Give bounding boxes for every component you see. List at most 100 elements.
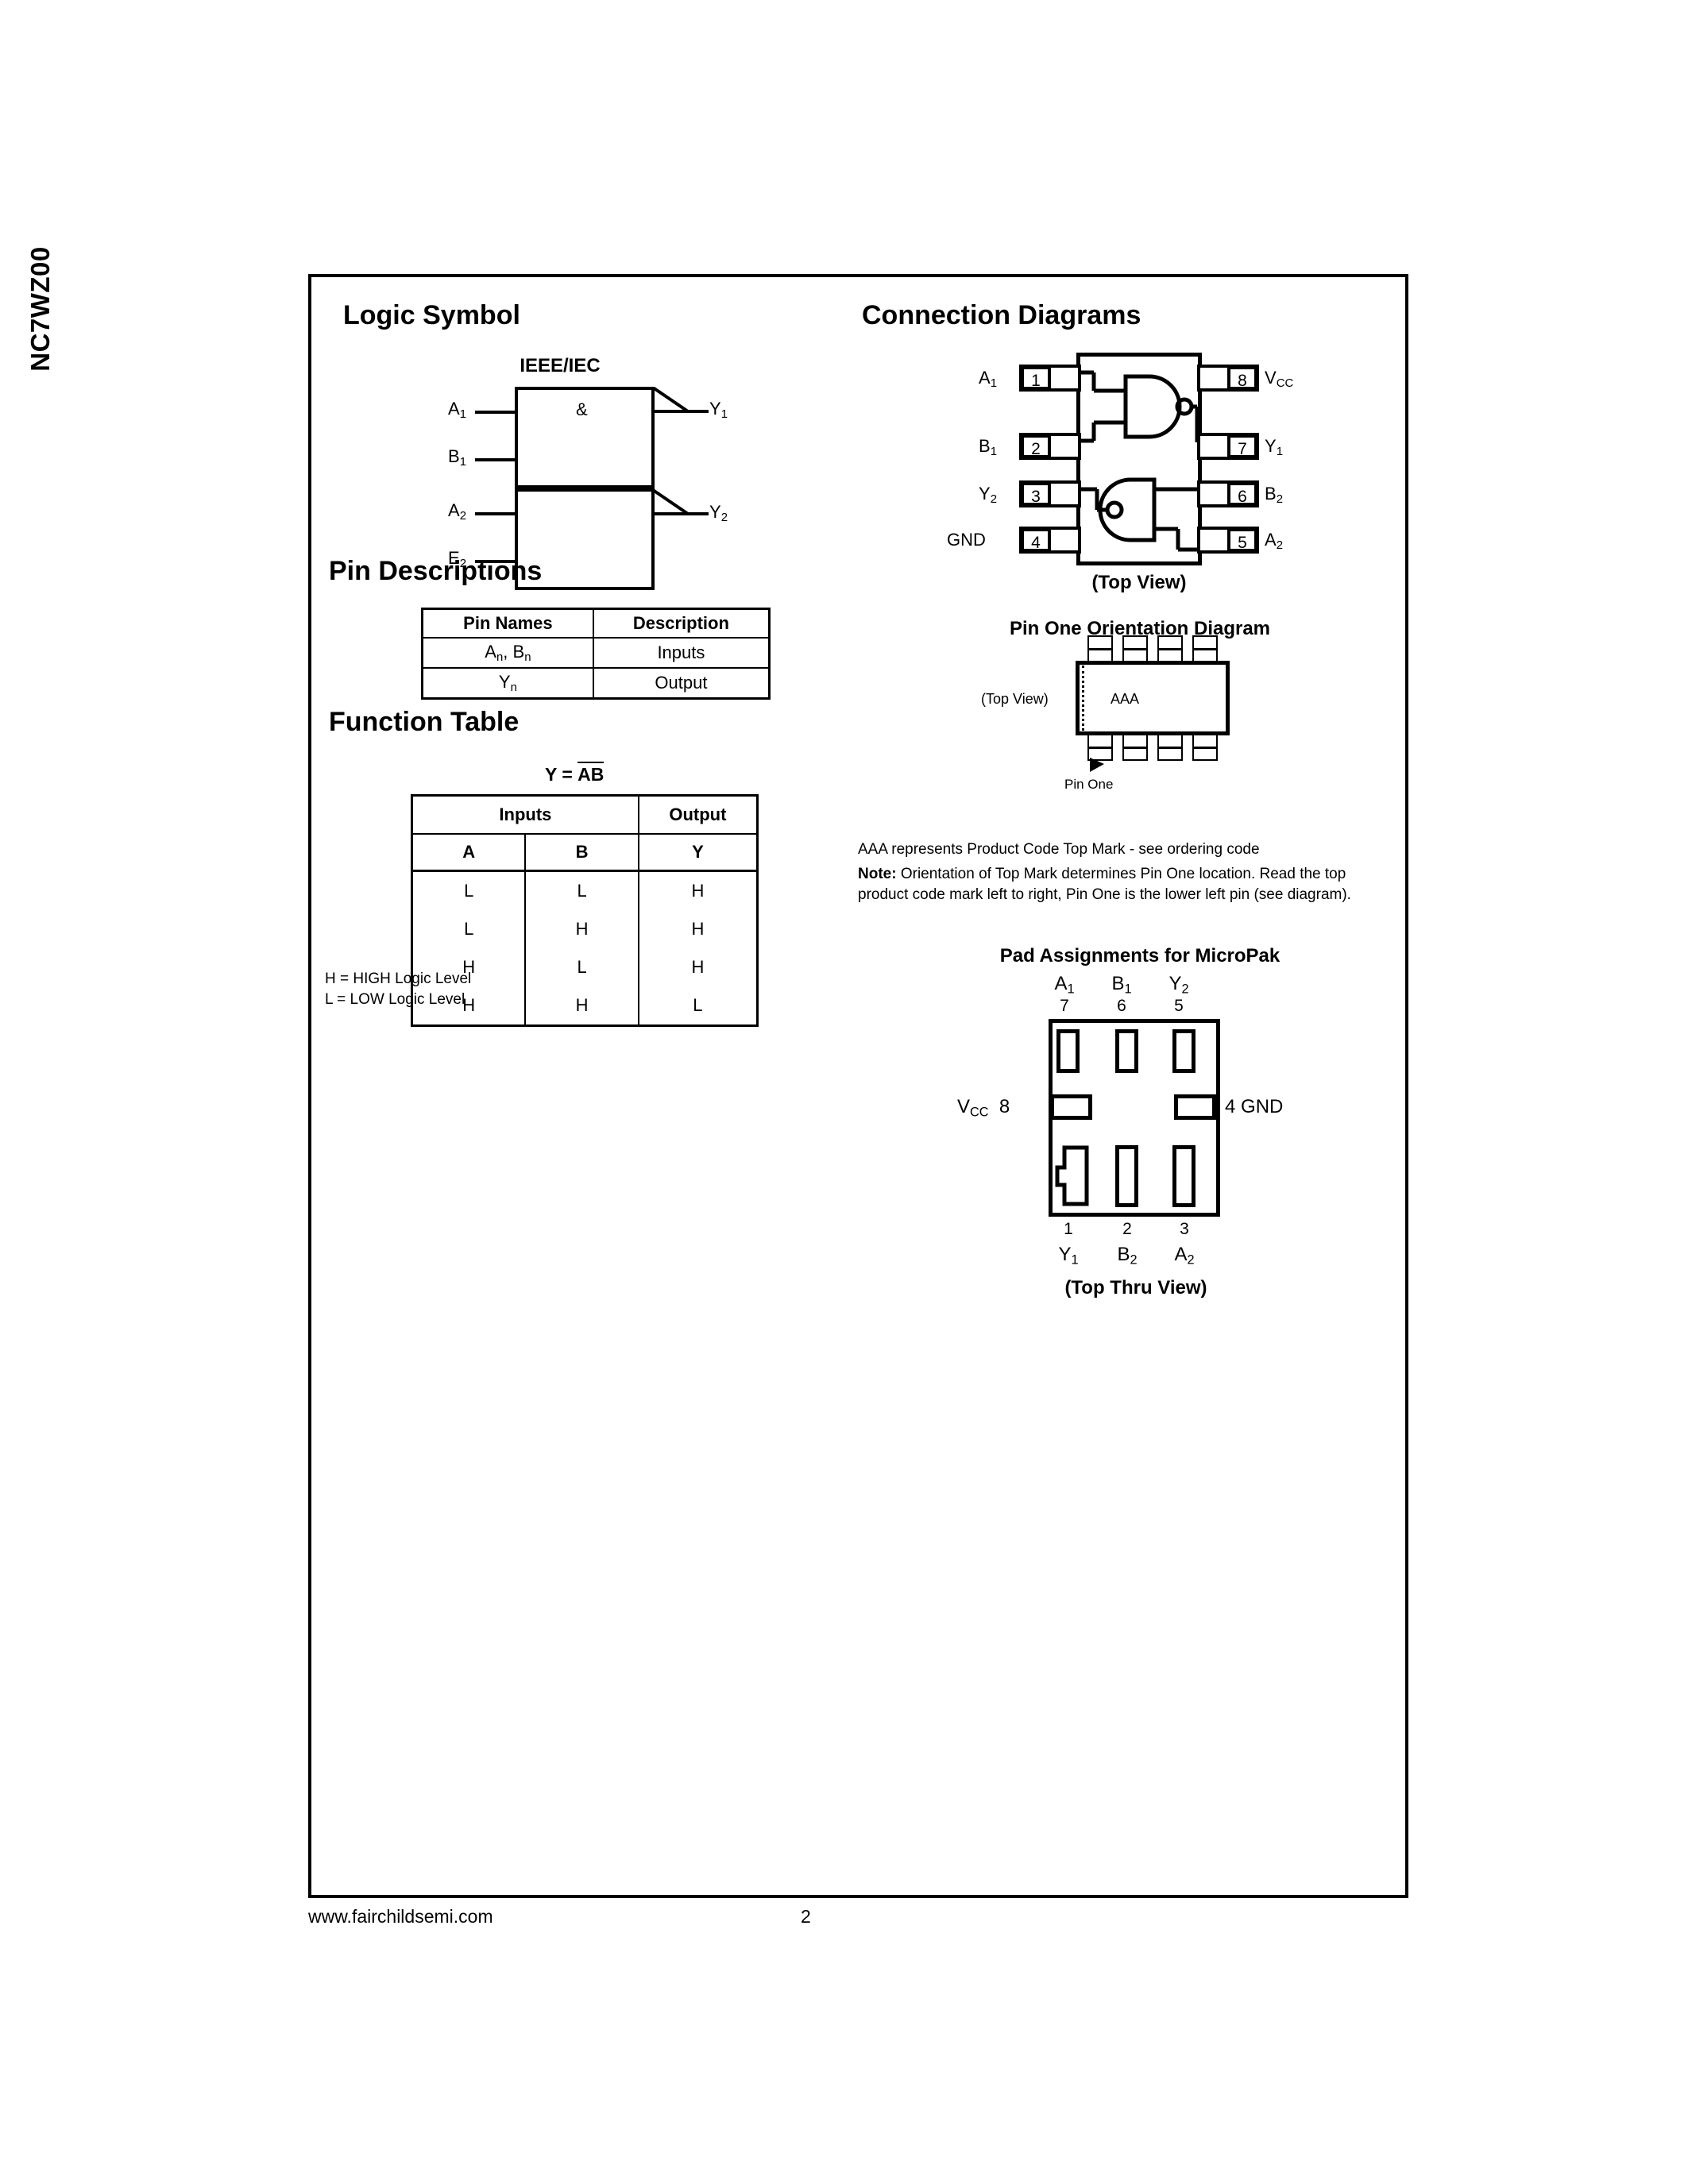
- pin-number-2: 2: [1021, 434, 1051, 458]
- footer-url: www.fairchildsemi.com: [308, 1906, 493, 1927]
- pin-label-8: VCC: [1265, 368, 1294, 391]
- cell-y-3: L: [637, 986, 759, 1027]
- note-top-mark: AAA represents Product Code Top Mark - s…: [858, 841, 1260, 858]
- cell-b-3: H: [524, 986, 639, 1027]
- micropak-top-label-0: A1: [1054, 973, 1075, 997]
- pin-one-leadline-bottom-4: [1192, 747, 1218, 749]
- micropak-pad-6: [1115, 1029, 1138, 1073]
- col-b: B: [524, 833, 639, 872]
- input-wire-a2: [475, 512, 516, 515]
- table-header-row: A B Y: [411, 833, 759, 872]
- pin-label-6: B2: [1265, 484, 1284, 507]
- logic-symbol-qualifier: &: [576, 399, 588, 419]
- logic-input-label-0: A1: [448, 399, 467, 422]
- datasheet-page: NC7WZ00 Logic Symbol IEEE/IEC & A1 B1 A2…: [0, 0, 1688, 2184]
- heading-connection-diagrams: Connection Diagrams: [862, 300, 1141, 330]
- pin-number-3: 3: [1021, 482, 1051, 506]
- micropak-top-label-1: B1: [1111, 973, 1132, 997]
- micropak-pad-2: [1115, 1145, 1138, 1207]
- micropak-pad-1: [1055, 1145, 1089, 1206]
- cell-pin-names-inputs: An, Bn: [421, 636, 594, 669]
- pin-label-3: Y2: [979, 484, 998, 507]
- table-header-row: Pin Names Description: [421, 608, 771, 639]
- pin-label-4: GND: [947, 530, 986, 550]
- micropak-top-label-2: Y2: [1168, 973, 1189, 997]
- pin-number-6: 6: [1227, 482, 1257, 506]
- pin-one-package-body: [1076, 661, 1230, 735]
- micropak-bottom-number-2: 3: [1180, 1220, 1189, 1238]
- heading-logic-symbol: Logic Symbol: [343, 300, 520, 330]
- col-y: Y: [637, 833, 759, 872]
- table-row: Yn Output: [421, 667, 771, 700]
- legend-high: H = HIGH Logic Level: [325, 970, 472, 987]
- pin-one-view-label: (Top View): [981, 691, 1049, 707]
- heading-pad-assignments: Pad Assignments for MicroPak: [999, 945, 1280, 967]
- pin-one-leadline-top-2: [1122, 648, 1148, 650]
- micropak-top-number-1: 6: [1117, 997, 1126, 1015]
- caption-top-view: (Top View): [1091, 572, 1187, 593]
- pin-label-5: A2: [1265, 530, 1284, 553]
- col-pin-names: Pin Names: [421, 608, 594, 639]
- micropak-bottom-number-0: 1: [1064, 1220, 1073, 1238]
- col-a: A: [411, 833, 527, 872]
- micropak-bottom-label-0: Y1: [1058, 1244, 1079, 1268]
- internal-nand-gates: [1080, 370, 1203, 552]
- heading-pin-descriptions: Pin Descriptions: [329, 556, 543, 586]
- cell-y-0: H: [637, 870, 759, 910]
- micropak-pad-3: [1172, 1145, 1196, 1207]
- cell-pin-names-output: Yn: [421, 667, 594, 700]
- function-equation: Y = AB: [545, 762, 605, 785]
- table-group-header-row: Inputs Output: [411, 794, 759, 835]
- cell-b-0: L: [524, 870, 639, 910]
- logic-output-label-1: Y2: [709, 502, 728, 525]
- pin-number-5: 5: [1227, 528, 1257, 552]
- micropak-top-number-2: 5: [1174, 997, 1184, 1015]
- cell-b-2: L: [524, 948, 639, 986]
- side-part-number: NC7WZ00: [25, 246, 55, 372]
- note-orientation-line-2: product code mark left to right, Pin One…: [858, 886, 1351, 903]
- cell-description-output: Output: [592, 667, 771, 700]
- page-footer: www.fairchildsemi.com 2: [308, 1906, 1408, 1938]
- cell-a-1: L: [411, 910, 527, 948]
- cell-a-0: L: [411, 870, 527, 910]
- content-frame: [308, 274, 1408, 1898]
- pin-one-leadline-top-3: [1157, 648, 1183, 650]
- logic-output-label-0: Y1: [709, 399, 728, 422]
- cell-description-inputs: Inputs: [592, 636, 771, 669]
- pin-one-leadline-bottom-1: [1087, 747, 1113, 749]
- micropak-bottom-label-2: A2: [1174, 1244, 1195, 1268]
- table-row: An, Bn Inputs: [421, 636, 771, 669]
- micropak-pad-7: [1056, 1029, 1080, 1073]
- cell-b-1: H: [524, 910, 639, 948]
- cell-y-1: H: [637, 910, 759, 948]
- group-header-output: Output: [637, 794, 759, 835]
- pin-one-dotted-edge: [1082, 666, 1084, 731]
- pin-number-4: 4: [1021, 528, 1051, 552]
- input-wire-b1: [475, 458, 516, 461]
- pin-label-2: B1: [979, 436, 998, 459]
- pin-number-7: 7: [1227, 434, 1257, 458]
- cell-y-2: H: [637, 948, 759, 986]
- micropak-pad-4: [1174, 1094, 1216, 1120]
- pin-one-leadline-bottom-2: [1122, 747, 1148, 749]
- input-wire-a1: [475, 411, 516, 414]
- micropak-bottom-number-1: 2: [1122, 1220, 1132, 1238]
- micropak-pad-8: [1050, 1094, 1092, 1120]
- pin-one-arrow-icon: [1090, 758, 1104, 772]
- micropak-right-label: 4 GND: [1225, 1096, 1284, 1117]
- caption-top-thru-view: (Top Thru View): [1064, 1277, 1207, 1298]
- group-header-inputs: Inputs: [411, 794, 639, 835]
- pin-number-1: 1: [1021, 366, 1051, 390]
- pin-descriptions-table: Pin Names Description An, Bn Inputs Yn O…: [421, 608, 771, 700]
- table-row: L H H: [411, 910, 759, 948]
- micropak-pad-5: [1172, 1029, 1196, 1073]
- legend-low: L = LOW Logic Level: [325, 991, 465, 1008]
- pin-one-leadline-bottom-3: [1157, 747, 1183, 749]
- note-orientation-line-1: Note: Orientation of Top Mark determines…: [858, 866, 1346, 882]
- table-row: L L H: [411, 870, 759, 910]
- note-bold-label: Note:: [858, 866, 897, 882]
- logic-input-label-1: B1: [448, 446, 467, 469]
- micropak-top-number-0: 7: [1060, 997, 1069, 1015]
- micropak-left-label: VCC 8: [957, 1096, 1010, 1120]
- col-description: Description: [592, 608, 771, 639]
